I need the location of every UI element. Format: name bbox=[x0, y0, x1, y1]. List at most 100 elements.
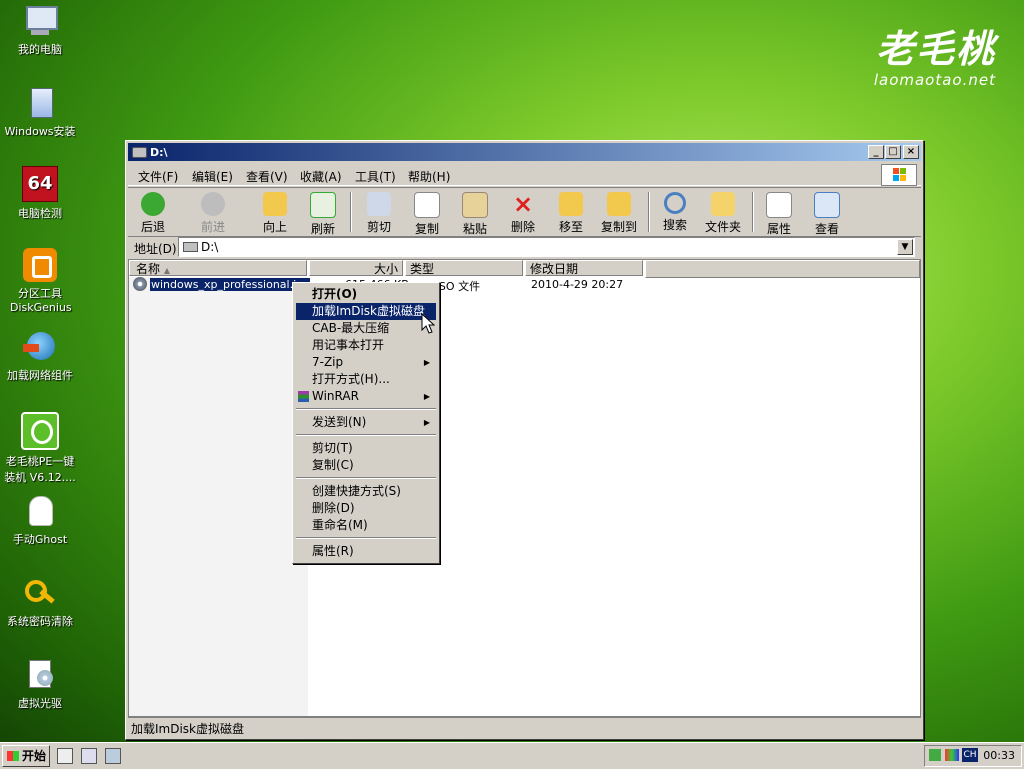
column-date-label: 修改日期 bbox=[530, 262, 579, 276]
desktop-icon-virtual-drive[interactable]: 虚拟光驱 bbox=[0, 658, 80, 711]
toolbar: 后退 前进 向上 刷新 剪切 复制 粘贴 × 删除 移至 复制到 搜索 文件夹 … bbox=[128, 187, 921, 237]
menu-item-mount-imdisk[interactable]: 加载ImDisk虚拟磁盘 bbox=[296, 303, 436, 320]
search-icon bbox=[664, 192, 686, 214]
menu-item-7zip[interactable]: 7-Zip ▶ bbox=[296, 354, 436, 371]
menu-file[interactable]: 文件(F) bbox=[138, 168, 178, 185]
menu-tools[interactable]: 工具(T) bbox=[355, 168, 396, 185]
submenu-arrow-icon: ▶ bbox=[423, 392, 430, 401]
scissors-icon bbox=[367, 192, 391, 216]
refresh-button[interactable]: 刷新 bbox=[300, 192, 346, 237]
installer-icon bbox=[23, 86, 57, 120]
desktop-icon-pe-install[interactable]: 老毛桃PE一键装机 V6.12.... bbox=[0, 412, 80, 485]
menu-item-cab-compress[interactable]: CAB-最大压缩 bbox=[296, 320, 436, 337]
delete-label: 删除 bbox=[510, 220, 535, 234]
cut-button[interactable]: 剪切 bbox=[356, 192, 402, 235]
view-button[interactable]: 查看 bbox=[804, 192, 850, 237]
name-column-shade bbox=[129, 277, 308, 717]
menu-separator bbox=[296, 477, 436, 479]
menu-item-delete[interactable]: 删除(D) bbox=[296, 500, 436, 517]
folders-label: 文件夹 bbox=[704, 220, 741, 234]
menu-item-rename[interactable]: 重命名(M) bbox=[296, 517, 436, 534]
desktop-icon-label: 电脑检测 bbox=[18, 207, 62, 220]
column-size-label: 大小 bbox=[373, 262, 398, 276]
file-name: windows_xp_professional.iso bbox=[150, 278, 310, 291]
minimize-button[interactable]: _ bbox=[868, 145, 884, 159]
tray-display-icon[interactable] bbox=[945, 749, 959, 761]
quicklaunch-printer-icon[interactable] bbox=[57, 748, 73, 764]
cut-label: 剪切 bbox=[366, 220, 391, 234]
start-button[interactable]: 开始 bbox=[2, 745, 50, 767]
menu-edit[interactable]: 编辑(E) bbox=[192, 168, 233, 185]
close-button[interactable]: × bbox=[903, 145, 919, 159]
menu-bar: 文件(F) 编辑(E) 查看(V) 收藏(A) 工具(T) 帮助(H) bbox=[128, 163, 921, 186]
title-bar[interactable]: D:\ _ □ × bbox=[128, 143, 921, 161]
address-dropdown-icon[interactable]: ▼ bbox=[897, 239, 913, 255]
address-label: 地址(D) bbox=[134, 242, 177, 256]
desktop-icon-network[interactable]: 加载网络组件 bbox=[0, 330, 80, 383]
toolbar-separator bbox=[350, 192, 352, 232]
menu-view[interactable]: 查看(V) bbox=[246, 168, 288, 185]
ghost-icon bbox=[23, 494, 57, 528]
tray-language-indicator[interactable]: CH bbox=[962, 748, 978, 762]
menu-separator bbox=[296, 434, 436, 436]
copy-label: 复制 bbox=[414, 222, 439, 236]
aida64-icon: 64 bbox=[22, 166, 58, 202]
file-list: 名称 ▲ 大小 类型 修改日期 windows_xp_professional.… bbox=[128, 259, 921, 718]
system-tray: CH 00:33 bbox=[924, 745, 1022, 767]
brand-logo: 老毛桃 laomaotao.net bbox=[874, 18, 996, 89]
delete-button[interactable]: × 删除 bbox=[500, 192, 546, 235]
desktop-icon-password[interactable]: 系统密码清除 bbox=[0, 576, 80, 629]
menu-item-7zip-label: 7-Zip bbox=[312, 355, 344, 369]
desktop-icon-my-computer[interactable]: 我的电脑 bbox=[0, 4, 80, 57]
menu-item-send-to[interactable]: 发送到(N) ▶ bbox=[296, 414, 436, 431]
column-date[interactable]: 修改日期 bbox=[525, 260, 643, 276]
mouse-cursor-icon bbox=[421, 313, 435, 334]
folders-button[interactable]: 文件夹 bbox=[700, 192, 746, 235]
copy-button[interactable]: 复制 bbox=[404, 192, 450, 237]
menu-item-open-notepad[interactable]: 用记事本打开 bbox=[296, 337, 436, 354]
address-input[interactable]: D:\ ▼ bbox=[178, 237, 915, 257]
up-button[interactable]: 向上 bbox=[252, 192, 298, 235]
tray-network-icon[interactable] bbox=[929, 749, 941, 761]
toolbar-separator bbox=[648, 192, 650, 232]
file-date: 2010-4-29 20:27 bbox=[531, 278, 624, 291]
desktop-icon-windows-install[interactable]: Windows安装 bbox=[0, 86, 80, 139]
tray-clock[interactable]: 00:33 bbox=[983, 749, 1015, 762]
properties-label: 属性 bbox=[766, 222, 791, 236]
search-button[interactable]: 搜索 bbox=[652, 192, 698, 233]
menu-item-winrar[interactable]: WinRAR ▶ bbox=[296, 388, 436, 405]
menu-item-create-shortcut[interactable]: 创建快捷方式(S) bbox=[296, 483, 436, 500]
column-type[interactable]: 类型 bbox=[405, 260, 523, 276]
menu-item-open-with[interactable]: 打开方式(H)... bbox=[296, 371, 436, 388]
move-to-icon bbox=[559, 192, 583, 216]
menu-favorites[interactable]: 收藏(A) bbox=[300, 168, 342, 185]
desktop-icon-ghost[interactable]: 手动Ghost bbox=[0, 494, 80, 547]
menu-item-properties[interactable]: 属性(R) bbox=[296, 543, 436, 560]
drive-icon bbox=[132, 147, 147, 158]
move-to-button[interactable]: 移至 bbox=[548, 192, 594, 235]
desktop-icon-label: 我的电脑 bbox=[18, 43, 62, 56]
back-button[interactable]: 后退 bbox=[130, 192, 176, 235]
menu-item-open[interactable]: 打开(O) bbox=[296, 286, 436, 303]
column-size[interactable]: 大小 bbox=[309, 260, 403, 276]
properties-button[interactable]: 属性 bbox=[756, 192, 802, 237]
column-type-label: 类型 bbox=[410, 262, 435, 276]
copy-to-button[interactable]: 复制到 bbox=[596, 192, 642, 235]
menu-help[interactable]: 帮助(H) bbox=[408, 168, 450, 185]
quicklaunch-computer-icon[interactable] bbox=[81, 748, 97, 764]
menu-item-cut[interactable]: 剪切(T) bbox=[296, 440, 436, 457]
paste-button[interactable]: 粘贴 bbox=[452, 192, 498, 237]
menu-item-send-to-label: 发送到(N) bbox=[312, 415, 367, 429]
forward-label: 前进 bbox=[200, 220, 225, 234]
desktop-icon-diskgenius[interactable]: 分区工具DiskGenius bbox=[0, 248, 80, 314]
forward-button[interactable]: 前进 bbox=[190, 192, 236, 235]
copy-to-icon bbox=[607, 192, 631, 216]
quicklaunch-window-icon[interactable] bbox=[105, 748, 121, 764]
properties-icon bbox=[766, 192, 792, 218]
menu-item-copy[interactable]: 复制(C) bbox=[296, 457, 436, 474]
maximize-button[interactable]: □ bbox=[885, 145, 901, 159]
desktop-icon-label: 系统密码清除 bbox=[7, 615, 73, 628]
view-label: 查看 bbox=[814, 222, 839, 236]
column-name[interactable]: 名称 ▲ bbox=[129, 260, 307, 276]
desktop-icon-pc-check[interactable]: 64 电脑检测 bbox=[0, 166, 80, 221]
